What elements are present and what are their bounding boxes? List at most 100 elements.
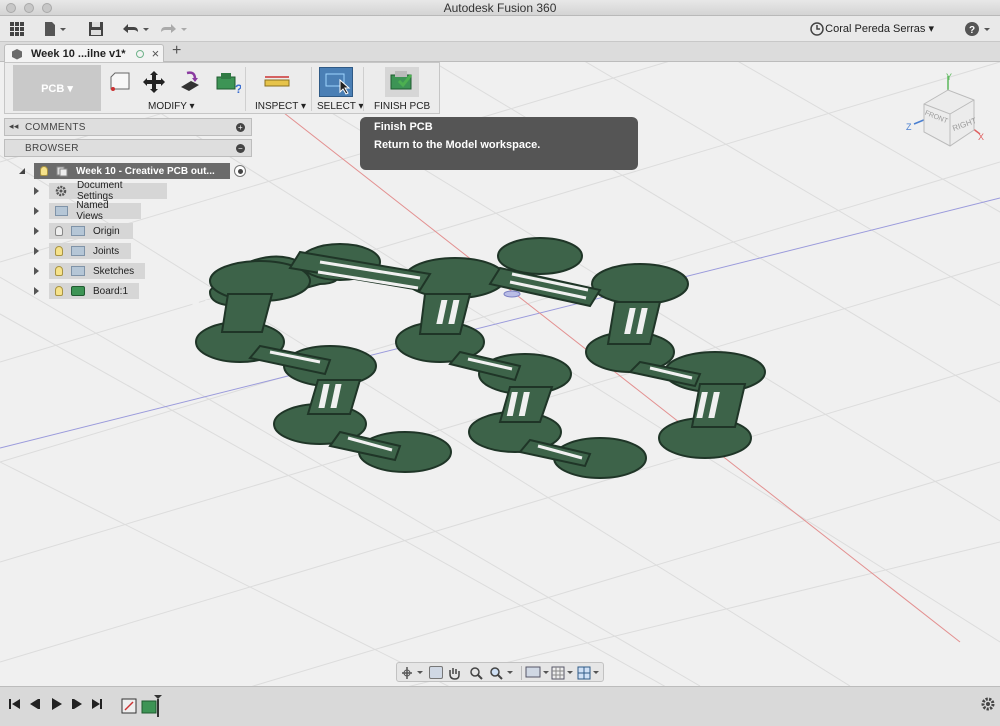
document-tab-bar: Week 10 ...ilne v1* × + (0, 42, 1000, 62)
svg-text:?: ? (235, 82, 241, 95)
orbit-icon[interactable] (401, 666, 427, 680)
gear-icon (55, 185, 67, 197)
finish-pcb-button[interactable] (385, 67, 419, 97)
visibility-bulb-icon[interactable] (55, 286, 63, 296)
browser-row-origin[interactable]: Origin (34, 223, 133, 239)
tooltip-description: Return to the Model workspace. (374, 139, 541, 151)
help-icon[interactable]: ? (964, 20, 994, 38)
browser-item[interactable]: Joints (49, 243, 131, 259)
collapsed-triangle-icon[interactable] (34, 207, 39, 215)
close-tab-button[interactable]: × (152, 46, 160, 61)
step-forward-icon (72, 699, 82, 709)
grid-menu-icon[interactable] (10, 20, 24, 38)
timeline-settings-gear-icon[interactable] (980, 696, 996, 712)
browser-item-label: Named Views (76, 200, 109, 222)
undo-icon[interactable] (120, 20, 150, 38)
go-to-end-icon (92, 699, 102, 709)
look-at-icon[interactable] (429, 666, 443, 679)
collapsed-triangle-icon[interactable] (34, 287, 39, 295)
collapsed-triangle-icon[interactable] (34, 267, 39, 275)
browser-item-label: Document Settings (76, 180, 123, 202)
browser-root-item[interactable]: Week 10 - Creative PCB out... (34, 163, 230, 179)
redo-icon[interactable] (158, 20, 188, 38)
browser-item-label: Origin (93, 225, 120, 237)
browser-root-label: Week 10 - Creative PCB out... (76, 165, 215, 177)
zoom-window-icon[interactable] (489, 666, 517, 680)
measure-icon[interactable] (263, 69, 291, 95)
finish-pcb-label[interactable]: FINISH PCB (374, 101, 430, 112)
move-icon[interactable] (141, 69, 167, 95)
browser-item[interactable]: Sketches (49, 263, 145, 279)
svg-text:?: ? (969, 25, 975, 36)
finish-pcb-tooltip: Finish PCB Return to the Model workspace… (360, 117, 638, 170)
browser-item[interactable]: Board:1 (49, 283, 139, 299)
toolbar-divider (363, 67, 364, 111)
timeline-features[interactable] (120, 693, 168, 719)
modify-menu[interactable]: MODIFY ▾ (148, 101, 195, 112)
zoom-icon[interactable] (469, 666, 483, 680)
visibility-bulb-icon[interactable] (55, 226, 63, 236)
sketch-outline-icon[interactable] (107, 69, 133, 95)
window-title: Autodesk Fusion 360 (443, 1, 557, 15)
browser-item[interactable]: Named Views (49, 200, 141, 222)
inspect-menu[interactable]: INSPECT ▾ (255, 101, 306, 112)
browser-item[interactable]: Document Settings (49, 180, 167, 202)
pcb-component-icon[interactable]: ? (215, 69, 241, 95)
save-icon[interactable] (88, 20, 104, 38)
browser-item-label: Board:1 (93, 285, 129, 297)
workspace-switcher[interactable]: PCB ▾ (13, 65, 101, 111)
collapse-panel-icon[interactable]: ◂◂ (9, 121, 19, 132)
visibility-bulb-icon[interactable] (55, 266, 63, 276)
visibility-bulb-icon[interactable] (40, 166, 48, 176)
file-icon[interactable] (44, 20, 68, 38)
user-menu[interactable]: Coral Pereda Serras ▾ (825, 22, 934, 35)
pan-hand-icon[interactable] (447, 666, 461, 680)
folder-icon (71, 246, 85, 256)
board-icon (71, 286, 85, 296)
document-tab[interactable]: Week 10 ...ilne v1* × (4, 44, 164, 62)
select-tool-button[interactable] (319, 67, 353, 97)
sync-status-icon (135, 49, 144, 58)
viewcube-axis-z: Z (906, 122, 912, 132)
viewports-icon[interactable] (577, 666, 603, 680)
browser-item-label: Joints (93, 245, 120, 257)
browser-item[interactable]: Origin (49, 223, 133, 239)
activate-component-icon[interactable] (234, 165, 246, 177)
browser-row-document-settings[interactable]: Document Settings (34, 180, 167, 202)
folder-icon (71, 226, 85, 236)
collapsed-triangle-icon[interactable] (34, 187, 39, 195)
browser-panel-header[interactable]: BROWSER − (4, 139, 252, 157)
clock-icon[interactable] (810, 20, 824, 38)
browser-row-named-views[interactable]: Named Views (34, 200, 141, 222)
new-tab-button[interactable]: + (172, 42, 181, 60)
collapse-browser-icon[interactable]: − (236, 144, 245, 153)
board-feature-icon (141, 700, 157, 714)
play-icon (52, 698, 62, 710)
visibility-bulb-icon[interactable] (55, 246, 63, 256)
finish-pcb-icon (390, 71, 413, 90)
grid-settings-icon[interactable] (551, 666, 577, 680)
cube-icon (12, 48, 22, 59)
go-to-start-icon (9, 699, 20, 709)
rotate-component-icon[interactable] (177, 69, 203, 95)
expanded-triangle-icon[interactable] (18, 167, 26, 175)
navigation-bar (396, 662, 604, 682)
timeline-bar (0, 686, 1000, 726)
comments-panel-header[interactable]: ◂◂ COMMENTS + (4, 118, 252, 136)
document-tab-label: Week 10 ...ilne v1* (31, 47, 126, 60)
select-menu[interactable]: SELECT ▾ (317, 101, 364, 112)
collapsed-triangle-icon[interactable] (34, 227, 39, 235)
viewcube[interactable]: Y Z X RIGHT FRONT (900, 70, 990, 160)
viewcube-axis-y: Y (946, 72, 953, 82)
expand-comments-icon[interactable]: + (236, 123, 245, 132)
tooltip-title: Finish PCB (374, 121, 433, 133)
browser-row-board[interactable]: Board:1 (34, 283, 139, 299)
display-settings-icon[interactable] (525, 666, 551, 680)
playback-controls (9, 698, 102, 710)
browser-row-sketches[interactable]: Sketches (34, 263, 145, 279)
browser-panel-title: BROWSER (25, 142, 79, 154)
folder-icon (71, 266, 85, 276)
collapsed-triangle-icon[interactable] (34, 247, 39, 255)
browser-root-row[interactable]: Week 10 - Creative PCB out... (18, 163, 246, 179)
browser-row-joints[interactable]: Joints (34, 243, 131, 259)
